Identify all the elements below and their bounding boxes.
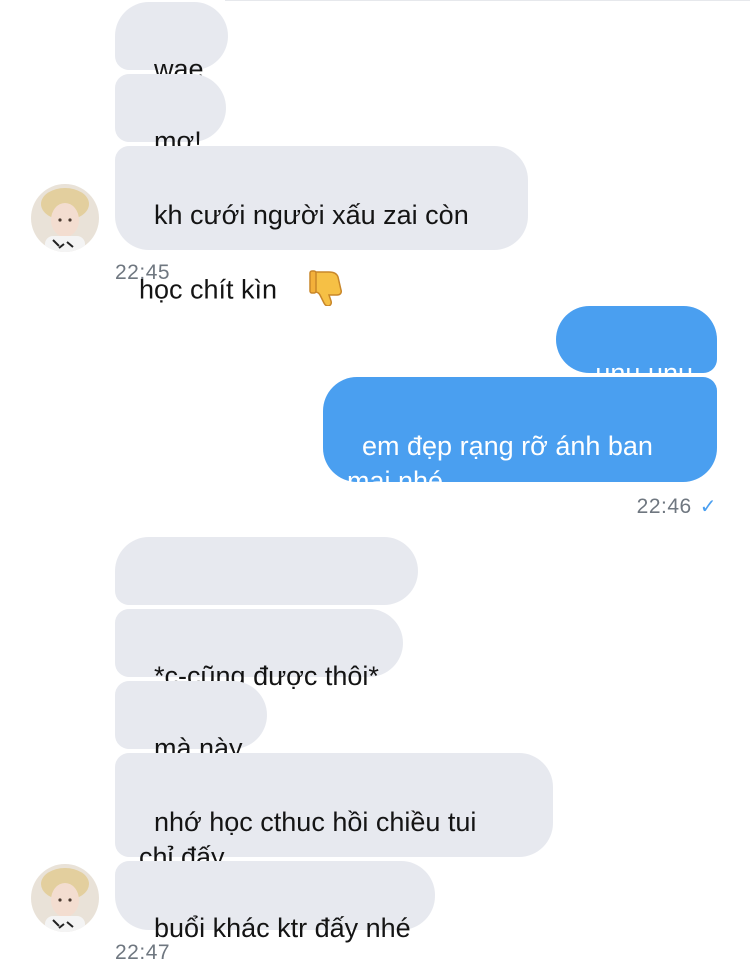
message-bubble-incoming[interactable]: buổi khác ktr đấy nhé (115, 861, 435, 943)
message-timestamp: 22:45 (115, 261, 171, 284)
message-text: em đẹp rạng rỡ ánh ban mai nhé (347, 431, 653, 496)
message-bubble-incoming[interactable]: mơ! (115, 74, 226, 156)
message-timestamp: 22:46 ✓ (637, 494, 717, 519)
sent-check-icon: ✓ (699, 496, 717, 518)
message-bubble-incoming[interactable]: nhớ học cthuc hồi chiều tui chỉ đấy (115, 753, 553, 872)
contact-avatar[interactable] (31, 864, 99, 932)
contact-avatar[interactable] (31, 184, 99, 252)
message-bubble-incoming[interactable]: wae (115, 2, 228, 84)
message-bubble-outgoing[interactable]: em đẹp rạng rỡ ánh ban mai nhé (323, 377, 717, 496)
message-text: buổi khác ktr đấy nhé (154, 913, 411, 943)
message-bubble-incoming[interactable] (115, 537, 419, 653)
message-bubble-outgoing[interactable]: unu unu (556, 306, 717, 388)
thumbs-down-emoji-icon (279, 233, 345, 350)
timestamp-text: 22:46 (636, 495, 692, 518)
message-timestamp: 22:47 (115, 941, 171, 964)
top-divider (225, 0, 750, 1)
message-bubble-incoming[interactable]: *c-cũng được thôi* (115, 609, 403, 691)
message-bubble-incoming[interactable]: mà này (115, 681, 267, 763)
message-bubble-incoming[interactable]: kh cưới người xấu zai còn học chít kìn (115, 146, 528, 307)
